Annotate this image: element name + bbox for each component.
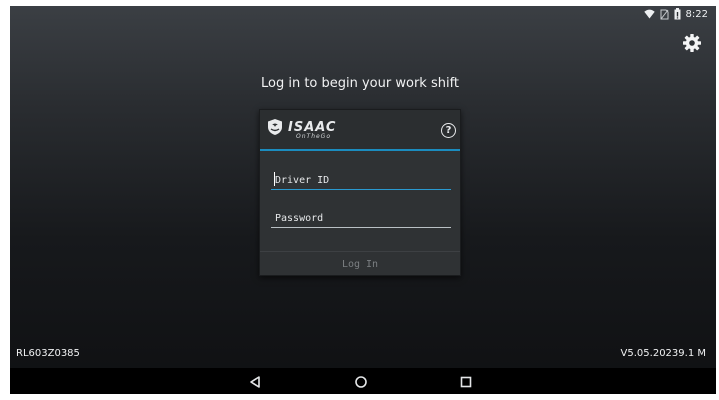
app-version: V5.05.20239.1 M (620, 348, 706, 359)
battery-icon (674, 8, 681, 20)
settings-button[interactable] (682, 33, 702, 53)
home-icon (355, 376, 367, 388)
recents-button[interactable] (459, 374, 473, 388)
brand-subtitle: OnTheGo (296, 133, 332, 138)
recents-icon (460, 376, 472, 388)
back-icon (250, 376, 260, 388)
status-bar: 8:22 (10, 6, 716, 22)
password-field[interactable] (271, 208, 451, 228)
app-screen: 8:22 Log in to begin your work shift ISA… (10, 6, 716, 394)
status-time: 8:22 (685, 8, 708, 20)
driver-id-input[interactable] (271, 170, 451, 190)
sim-off-icon (660, 9, 669, 19)
driver-id-field[interactable] (271, 170, 451, 190)
text-caret (274, 172, 275, 186)
status-icons: 8:22 (643, 7, 708, 21)
password-input[interactable] (271, 208, 451, 228)
help-icon: ? (445, 125, 452, 136)
page-headline: Log in to begin your work shift (260, 76, 460, 91)
card-header: ISAAC OnTheGo ? (260, 110, 460, 151)
gear-icon (683, 34, 701, 52)
brand-logo: ISAAC OnTheGo (266, 117, 346, 138)
home-button[interactable] (354, 374, 368, 388)
system-nav-bar (10, 368, 716, 394)
login-button[interactable]: Log In (260, 252, 460, 276)
device-id: RL603Z0385 (16, 348, 80, 359)
wifi-icon (643, 9, 655, 19)
login-card: ISAAC OnTheGo ? Log In (259, 109, 461, 276)
help-button[interactable]: ? (441, 123, 456, 138)
back-button[interactable] (248, 374, 262, 388)
shield-logo-icon (268, 119, 282, 135)
device-frame: 8:22 Log in to begin your work shift ISA… (0, 0, 719, 400)
